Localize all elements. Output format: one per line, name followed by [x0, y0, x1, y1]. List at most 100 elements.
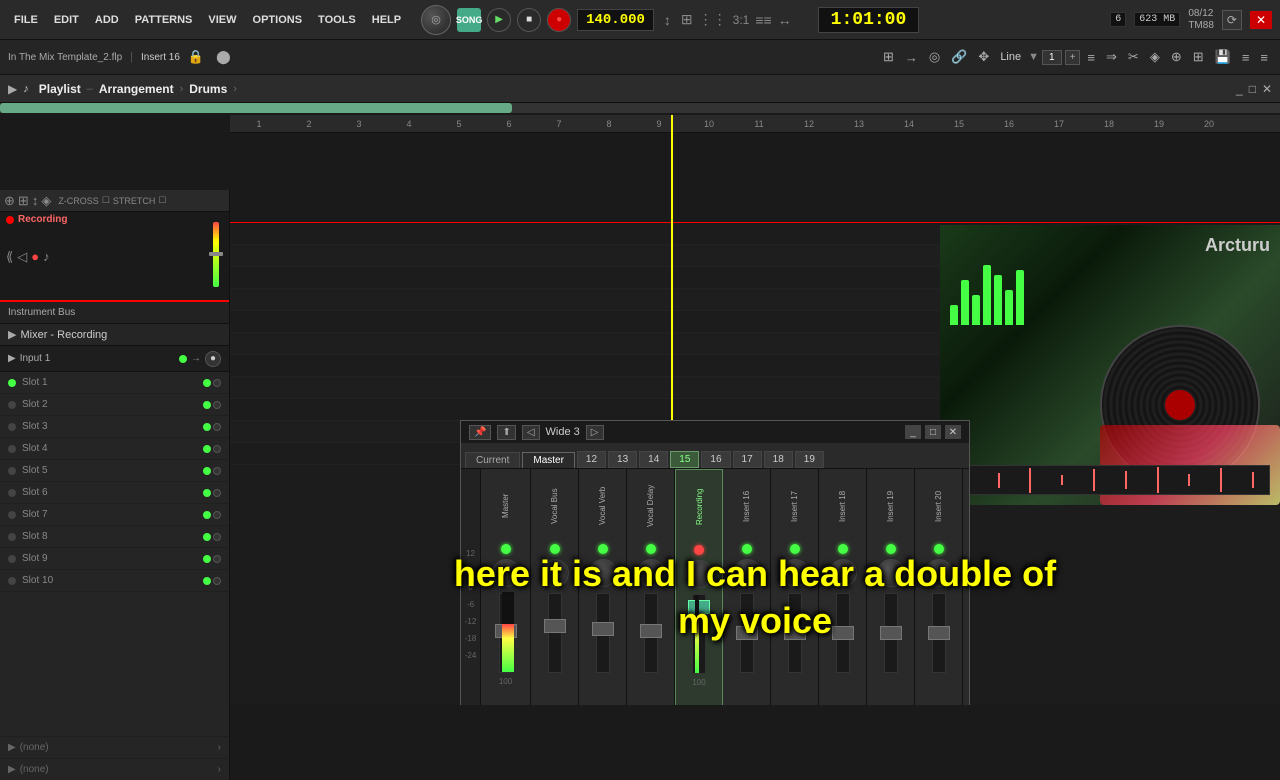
- slot-item-9[interactable]: Slot 9: [0, 548, 229, 570]
- channel-knob-insert-18[interactable]: [829, 559, 857, 587]
- metronome-dial[interactable]: ◎: [421, 5, 451, 35]
- timeline-scroll-thumb[interactable]: [0, 103, 512, 113]
- slot-item-5[interactable]: Slot 5: [0, 460, 229, 482]
- route-button[interactable]: ⇒: [1102, 47, 1121, 67]
- slot-item-8[interactable]: Slot 8: [0, 526, 229, 548]
- menu-edit[interactable]: EDIT: [48, 12, 85, 28]
- fader-handle[interactable]: [209, 252, 223, 256]
- tab-17[interactable]: 17: [733, 451, 762, 468]
- none-slot-2[interactable]: ▶ (none) ›: [0, 758, 229, 780]
- channel-led-insert-20[interactable]: [934, 544, 944, 554]
- close-app-button[interactable]: ✕: [1250, 11, 1272, 29]
- channel-knob-vocal-delay[interactable]: [637, 559, 665, 587]
- cut-button[interactable]: ✂: [1124, 47, 1143, 67]
- channel-led-vocal-delay[interactable]: [646, 544, 656, 554]
- channel-button[interactable]: ≡: [1238, 48, 1254, 67]
- mixer-max-button[interactable]: □: [925, 425, 941, 439]
- mixer-right-arrow-button[interactable]: ▷: [586, 425, 604, 440]
- input-right-arrow[interactable]: →: [191, 353, 201, 364]
- mixer-close-button[interactable]: ✕: [945, 425, 961, 439]
- menu-patterns[interactable]: PATTERNS: [129, 12, 199, 28]
- mixer-collapse-button[interactable]: ⬆: [497, 425, 515, 440]
- rec-back-icon[interactable]: ⟪: [6, 249, 13, 265]
- channel-fader-thumb-insert-20[interactable]: [928, 626, 950, 640]
- tab-13[interactable]: 13: [608, 451, 637, 468]
- channel-fader-thumb-vocal-bus[interactable]: [544, 619, 566, 633]
- menu-file[interactable]: FILE: [8, 12, 44, 28]
- slot-item-4[interactable]: Slot 4: [0, 438, 229, 460]
- mixer-min-button[interactable]: _: [905, 425, 921, 439]
- channel-knob-master[interactable]: [492, 559, 520, 587]
- save-button[interactable]: 💾: [1211, 47, 1235, 67]
- grid-button[interactable]: ⊞: [879, 47, 898, 67]
- timeline-scrollbar[interactable]: [0, 103, 1280, 113]
- plus-button[interactable]: +: [1065, 50, 1081, 65]
- record-arm-button[interactable]: ⬤: [212, 47, 235, 67]
- bpm-display[interactable]: 140.000: [577, 9, 654, 31]
- mixer-left-arrow-button[interactable]: ◁: [522, 425, 540, 440]
- maximize-playlist-button[interactable]: □: [1249, 82, 1256, 96]
- magnet-button[interactable]: ◎: [925, 47, 944, 67]
- channel-fader-thumb-insert-17[interactable]: [784, 626, 806, 640]
- channel-led-insert-16[interactable]: [742, 544, 752, 554]
- menu-add[interactable]: ADD: [89, 12, 125, 28]
- link-button[interactable]: 🔗: [947, 47, 971, 67]
- channel-knob-insert-19[interactable]: [877, 559, 905, 587]
- channel-fader-thumb-insert-16[interactable]: [736, 626, 758, 640]
- channel-led-insert-18[interactable]: [838, 544, 848, 554]
- channel-fader-thumb-recording[interactable]: [688, 600, 710, 614]
- channel-knob-vocal-bus[interactable]: [541, 559, 569, 587]
- slot-item-6[interactable]: Slot 6: [0, 482, 229, 504]
- mixer-button[interactable]: ⊞: [1189, 47, 1208, 67]
- slot-item-1[interactable]: Slot 1: [0, 372, 229, 394]
- record-button[interactable]: ●: [547, 8, 571, 32]
- tab-current[interactable]: Current: [465, 452, 520, 468]
- play-button[interactable]: ▶: [487, 8, 511, 32]
- grid-snap-button[interactable]: ≡: [1083, 48, 1099, 67]
- rec-play-icon[interactable]: ◁: [17, 249, 27, 265]
- slot-item-2[interactable]: Slot 2: [0, 394, 229, 416]
- browser-button[interactable]: ≡: [1256, 48, 1272, 67]
- fx-send-button[interactable]: ⊕: [1167, 47, 1186, 67]
- minimize-playlist-button[interactable]: _: [1236, 82, 1243, 96]
- slot-item-7[interactable]: Slot 7: [0, 504, 229, 526]
- stop-button[interactable]: ■: [517, 8, 541, 32]
- mixer-pin-button[interactable]: 📌: [469, 425, 491, 440]
- tab-18[interactable]: 18: [764, 451, 793, 468]
- settings-button[interactable]: ⟳: [1222, 10, 1242, 30]
- channel-knob-insert-17[interactable]: [781, 559, 809, 587]
- channel-knob-recording[interactable]: [685, 560, 713, 588]
- tab-15[interactable]: 15: [670, 451, 699, 468]
- cursor-button[interactable]: ✥: [974, 47, 993, 67]
- close-playlist-button[interactable]: ✕: [1262, 82, 1272, 96]
- menu-view[interactable]: VIEW: [202, 12, 242, 28]
- channel-led-vocal-verb[interactable]: [598, 544, 608, 554]
- channel-fader-thumb-vocal-verb[interactable]: [592, 622, 614, 636]
- channel-led-master[interactable]: [501, 544, 511, 554]
- arrow-right-button[interactable]: →: [901, 48, 922, 67]
- menu-help[interactable]: HELP: [366, 12, 407, 28]
- tab-14[interactable]: 14: [639, 451, 668, 468]
- tab-12[interactable]: 12: [577, 451, 606, 468]
- channel-led-insert-19[interactable]: [886, 544, 896, 554]
- channel-led-vocal-bus[interactable]: [550, 544, 560, 554]
- channel-fader-thumb-insert-19[interactable]: [880, 626, 902, 640]
- menu-options[interactable]: OPTIONS: [247, 12, 309, 28]
- slot-item-3[interactable]: Slot 3: [0, 416, 229, 438]
- rec-vol-icon[interactable]: ♪: [43, 249, 50, 265]
- channel-fader-thumb-vocal-delay[interactable]: [640, 624, 662, 638]
- channel-knob-vocal-verb[interactable]: [589, 559, 617, 587]
- input-record-btn[interactable]: ●: [205, 351, 221, 367]
- tab-16[interactable]: 16: [701, 451, 730, 468]
- input-selector[interactable]: ▶ Input 1 → ●: [0, 346, 229, 372]
- slot-item-10[interactable]: Slot 10: [0, 570, 229, 592]
- channel-knob-insert-16[interactable]: [733, 559, 761, 587]
- menu-tools[interactable]: TOOLS: [312, 12, 362, 28]
- channel-knob-insert-20[interactable]: [925, 559, 953, 587]
- song-mode-button[interactable]: SONG: [457, 8, 481, 32]
- rec-stop-icon[interactable]: ●: [31, 249, 39, 265]
- mute-button[interactable]: ◈: [1146, 47, 1164, 67]
- channel-led-recording[interactable]: [694, 545, 704, 555]
- none-slot-1[interactable]: ▶ (none) ›: [0, 736, 229, 758]
- channel-fader-thumb-insert-18[interactable]: [832, 626, 854, 640]
